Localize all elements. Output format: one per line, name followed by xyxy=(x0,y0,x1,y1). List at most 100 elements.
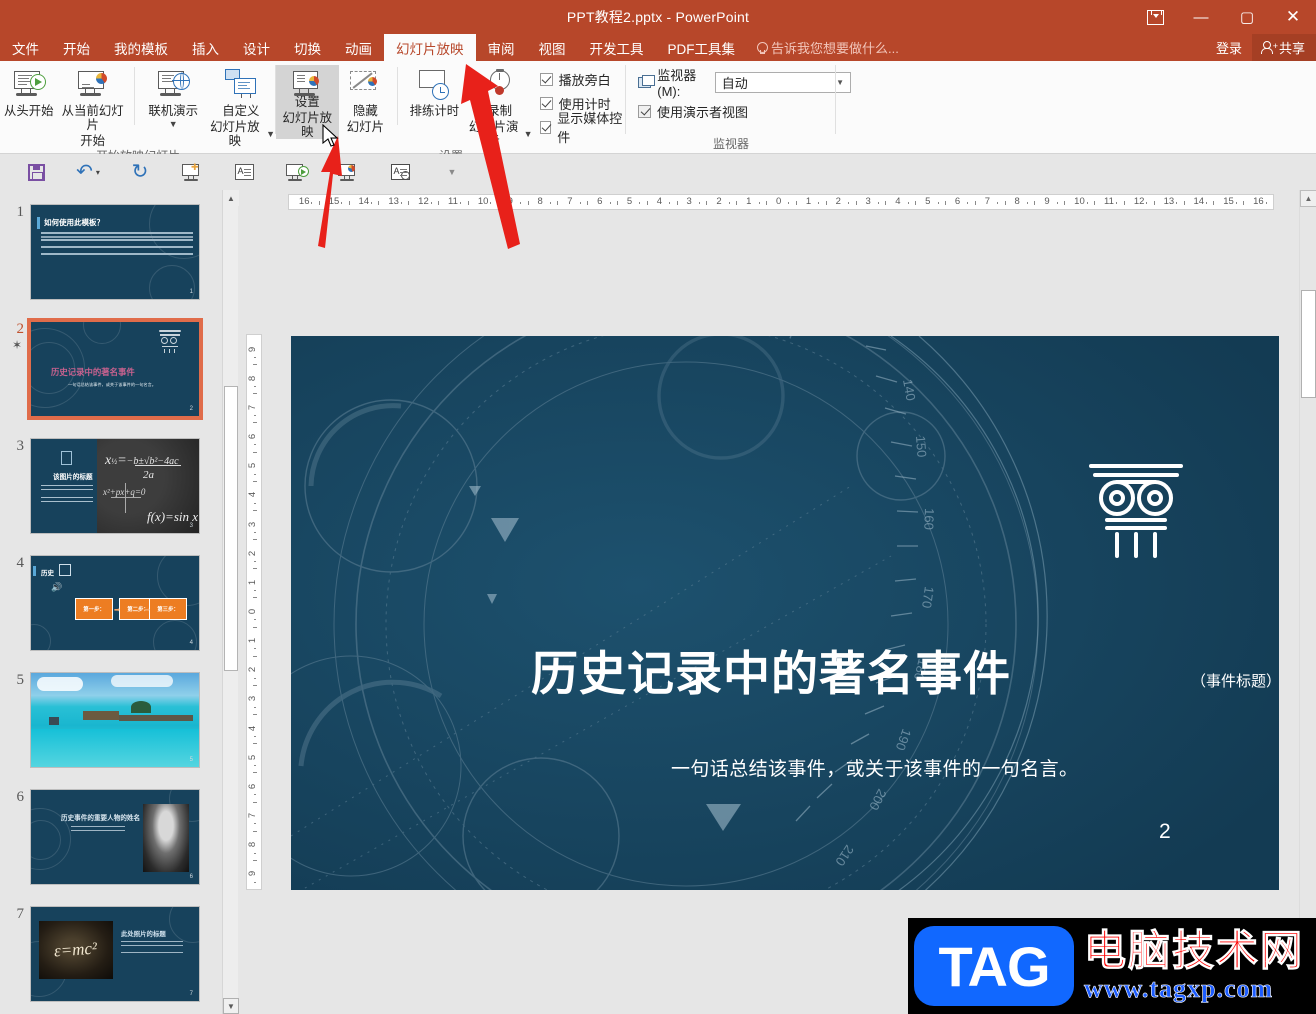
ruler-label: 5 xyxy=(626,196,633,207)
thumbnail-preview[interactable]: 如何使用此模板？ 1 xyxy=(30,204,200,300)
scrollbar-thumb[interactable] xyxy=(1301,290,1316,398)
text-box-button[interactable] xyxy=(218,155,270,189)
tab-home[interactable]: 开始 xyxy=(51,34,102,61)
thumbnail-preview[interactable]: 历史事件的重要人物的姓名 6 xyxy=(30,789,200,885)
ruler-tick xyxy=(1183,201,1185,205)
presenter-view-checkbox-row[interactable]: 使用演示者视图 xyxy=(638,99,748,123)
present-online-caret-icon[interactable]: ▼ xyxy=(169,120,178,129)
print-preview-button[interactable] xyxy=(374,155,426,189)
thumbnail-item-7[interactable]: 7 ε=mc² 此处照片的标题 7 xyxy=(0,906,222,1002)
redo-button[interactable]: ↻ xyxy=(114,155,166,189)
slide-canvas[interactable]: 140 150 160 170 180 190 200 210 220 230 … xyxy=(291,336,1279,890)
share-button[interactable]: + 共享 xyxy=(1251,34,1316,61)
scroll-up-arrow-icon[interactable]: ▲ xyxy=(1300,190,1316,207)
thumbnail-pane-scrollbar[interactable]: ▲ ▼ xyxy=(222,190,239,1014)
sign-in-button[interactable]: 登录 xyxy=(1206,34,1252,61)
tab-pdf-tools[interactable]: PDF工具集 xyxy=(656,34,748,61)
maximize-button[interactable]: ▢ xyxy=(1224,0,1270,34)
rehearse-timings-button[interactable]: 排练计时 xyxy=(403,65,466,118)
tab-design[interactable]: 设计 xyxy=(231,34,282,61)
thumbnail-item-2[interactable]: 2 ✶ 历史记录中的著名事件 一句话总结该事件，或关于该事件的一句名言。 2 xyxy=(0,318,222,420)
custom-slideshow-caret-icon[interactable]: ▼ xyxy=(266,130,275,139)
thumbnail-preview[interactable]: 历史记录中的著名事件 一句话总结该事件，或关于该事件的一句名言。 2 xyxy=(27,318,203,420)
thumbnail-item-1[interactable]: 1 如何使用此模板？ 1 xyxy=(0,204,222,300)
ruler-label: 9 xyxy=(1044,196,1050,207)
thumbnail-item-4[interactable]: 4 历史 🔊 第一步： 第二步： 第三步： ➡ ➡ 4 xyxy=(0,555,222,651)
slide-title-suffix[interactable]: （事件标题） xyxy=(1191,670,1279,691)
ruler-tick xyxy=(728,202,730,204)
thumbnail-item-3[interactable]: 3 x½=−b±√b²−4ac 2a x²+px+q=0 f(x)=sin x … xyxy=(0,438,222,534)
slide-subtitle[interactable]: 一句话总结该事件，或关于该事件的一句名言。 xyxy=(671,754,1078,781)
custom-slideshow-button[interactable]: 自定义 幻灯片放映 ▼ xyxy=(206,65,276,148)
from-beginning-button[interactable]: 从头开始 xyxy=(0,65,57,118)
present-online-button[interactable]: 联机演示 ▼ xyxy=(141,65,206,129)
save-button[interactable] xyxy=(10,155,62,189)
show-media-controls-checkbox[interactable] xyxy=(539,120,552,134)
ruler-tick xyxy=(490,202,492,204)
ruler-tick xyxy=(254,823,256,825)
from-current-slide-button[interactable]: 从当前幻灯片 开始 xyxy=(57,65,127,148)
slide-thumbnail-pane[interactable]: 1 如何使用此模板？ 1 2 ✶ 历史记录中的著名事件 一句话总结该事件，或关于… xyxy=(0,190,222,1014)
thumbnail-preview[interactable]: x½=−b±√b²−4ac 2a x²+px+q=0 f(x)=sin x 该图… xyxy=(30,438,200,534)
thumbnail-preview[interactable]: ε=mc² 此处照片的标题 7 xyxy=(30,906,200,1002)
ruler-tick xyxy=(825,201,827,205)
tab-insert[interactable]: 插入 xyxy=(180,34,231,61)
tab-developer[interactable]: 开发工具 xyxy=(578,34,656,61)
scroll-up-arrow-icon[interactable]: ▲ xyxy=(223,190,239,206)
svg-text:170: 170 xyxy=(919,586,937,610)
ruler-tick xyxy=(676,201,678,205)
ruler-tick xyxy=(1086,202,1088,204)
setup-checkbox-list: 播放旁白 使用计时 显示媒体控件 xyxy=(534,65,626,145)
ruler-tick xyxy=(1004,201,1006,205)
undo-caret-icon[interactable]: ▾ xyxy=(96,168,100,177)
tab-review[interactable]: 审阅 xyxy=(476,34,527,61)
current-slide-show-button[interactable] xyxy=(322,155,374,189)
hide-slide-button[interactable]: 隐藏 幻灯片 xyxy=(339,65,393,134)
new-slide-button[interactable]: ✚ xyxy=(166,155,218,189)
ruler-tick xyxy=(1205,202,1207,204)
ruler-tick xyxy=(1243,201,1245,205)
thumbnail-item-6[interactable]: 6 历史事件的重要人物的姓名 6 xyxy=(0,789,222,885)
tab-file[interactable]: 文件 xyxy=(0,34,51,61)
monitor-select[interactable]: 自动 ▼ xyxy=(714,71,852,93)
ruler-label: 15 xyxy=(1223,196,1234,207)
play-narrations-checkbox[interactable] xyxy=(539,72,553,86)
tab-my-templates[interactable]: 我的模板 xyxy=(102,34,180,61)
thumbnail-item-5[interactable]: 5 5 xyxy=(0,672,222,768)
scroll-down-arrow-icon[interactable]: ▼ xyxy=(223,998,239,1014)
thumbnail-preview[interactable]: 5 xyxy=(30,672,200,768)
ruler-tick xyxy=(253,451,257,453)
undo-button[interactable]: ↶ ▾ xyxy=(62,155,114,189)
tab-view[interactable]: 视图 xyxy=(527,34,578,61)
ruler-tick xyxy=(341,202,343,204)
thumbnail-subtitle: 一句话总结该事件，或关于该事件的一句名言。 xyxy=(68,382,156,387)
ribbon-display-options-button[interactable] xyxy=(1132,0,1178,34)
custom-slideshow-label-1: 自定义 xyxy=(222,104,260,118)
qat-more-button[interactable]: ▼ xyxy=(426,155,478,189)
start-show-button[interactable] xyxy=(270,155,322,189)
thumbnail-preview[interactable]: 历史 🔊 第一步： 第二步： 第三步： ➡ ➡ 4 xyxy=(30,555,200,651)
ruler-tick xyxy=(974,201,976,205)
record-slideshow-caret-icon[interactable]: ▼ xyxy=(524,130,533,139)
tab-slide-show[interactable]: 幻灯片放映 xyxy=(384,34,476,61)
close-button[interactable]: ✕ xyxy=(1270,0,1316,34)
ruler-tick xyxy=(253,889,257,890)
ruler-label: 16 xyxy=(298,196,310,207)
ruler-tick xyxy=(254,415,256,417)
presenter-view-checkbox[interactable] xyxy=(638,104,651,118)
play-narrations-checkbox-row[interactable]: 播放旁白 xyxy=(539,67,626,91)
minimize-button[interactable]: — xyxy=(1178,0,1224,34)
main-vertical-scrollbar[interactable]: ▲ xyxy=(1299,190,1316,1014)
thumbnail-title: 如何使用此模板？ xyxy=(44,218,104,227)
use-timings-checkbox[interactable] xyxy=(539,96,553,110)
show-media-controls-checkbox-row[interactable]: 显示媒体控件 xyxy=(539,111,626,145)
group-divider xyxy=(397,67,399,125)
tell-me-search[interactable]: 告诉我您想要做什么... xyxy=(747,34,909,61)
tab-transitions[interactable]: 切换 xyxy=(282,34,333,61)
slide-title[interactable]: 历史记录中的著名事件 xyxy=(371,646,1011,702)
scrollbar-thumb[interactable] xyxy=(224,386,238,671)
record-slideshow-button[interactable]: 录制 幻灯片演示 ▼ xyxy=(466,65,534,148)
current-slide-show-icon xyxy=(337,163,359,182)
setup-slideshow-label-1: 设置 xyxy=(294,95,320,109)
tab-animations[interactable]: 动画 xyxy=(333,34,384,61)
